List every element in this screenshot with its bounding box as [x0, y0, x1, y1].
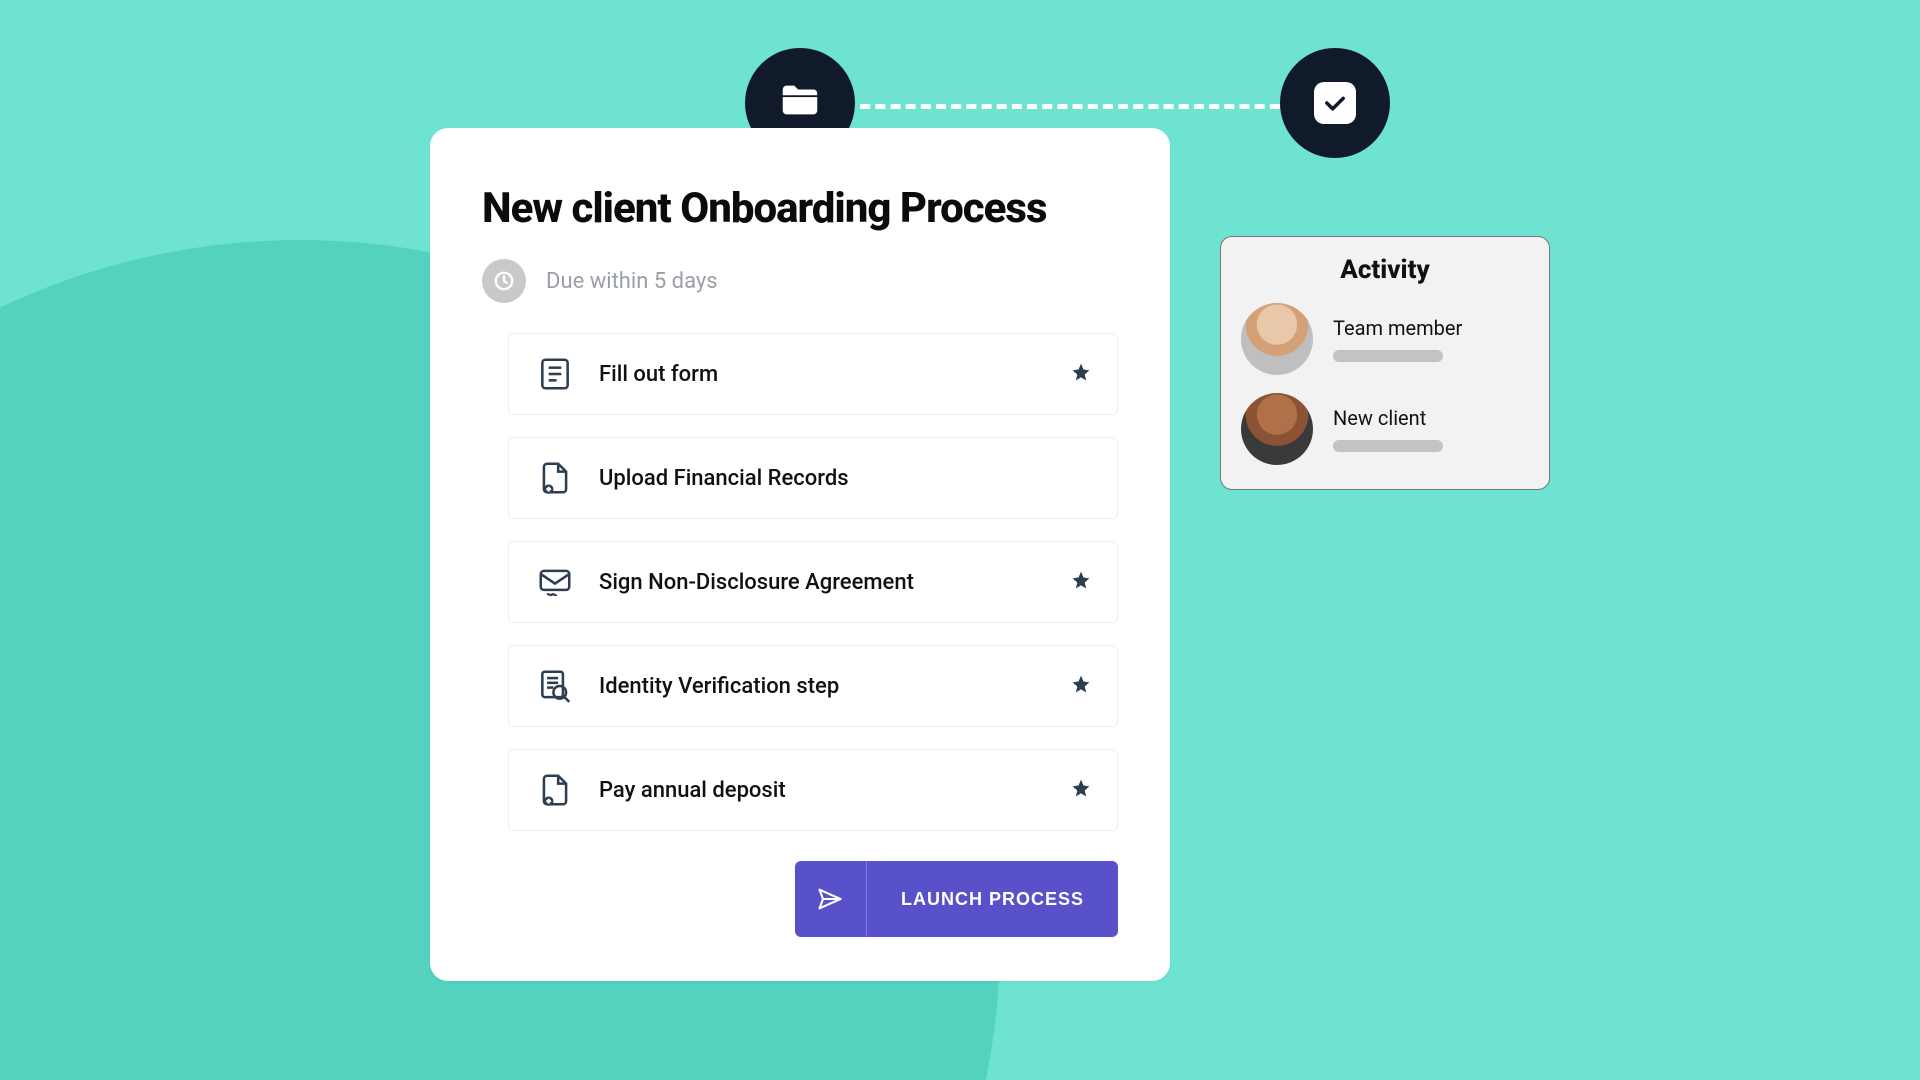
activity-item[interactable]: Team member — [1241, 303, 1529, 375]
activity-title: Activity — [1241, 255, 1529, 285]
sign-icon — [535, 562, 575, 602]
launch-label: LAUNCH PROCESS — [867, 889, 1118, 910]
task-label: Identity Verification step — [599, 674, 1047, 699]
task-label: Fill out form — [599, 362, 1047, 387]
check-icon — [1314, 82, 1356, 124]
task-list: Fill out form Upload Financial Records S… — [482, 333, 1118, 831]
placeholder-bar — [1333, 440, 1443, 452]
task-item[interactable]: Upload Financial Records — [508, 437, 1118, 519]
due-row: Due within 5 days — [482, 259, 1118, 303]
verify-icon — [535, 666, 575, 706]
process-card: New client Onboarding Process Due within… — [430, 128, 1170, 981]
file-icon — [535, 770, 575, 810]
activity-name: Team member — [1333, 316, 1462, 340]
star-icon[interactable] — [1071, 674, 1091, 698]
activity-panel: Activity Team member New client — [1220, 236, 1550, 490]
canvas: New client Onboarding Process Due within… — [0, 0, 1920, 1080]
send-icon — [795, 861, 867, 937]
task-label: Sign Non-Disclosure Agreement — [599, 570, 1047, 595]
avatar — [1241, 393, 1313, 465]
star-icon[interactable] — [1071, 570, 1091, 594]
upload-icon — [535, 458, 575, 498]
folder-icon — [777, 78, 823, 128]
task-label: Pay annual deposit — [599, 778, 1047, 803]
task-item[interactable]: Sign Non-Disclosure Agreement — [508, 541, 1118, 623]
form-icon — [535, 354, 575, 394]
avatar — [1241, 303, 1313, 375]
clock-icon — [482, 259, 526, 303]
due-label: Due within 5 days — [546, 269, 718, 294]
flow-connector — [845, 104, 1295, 109]
process-title: New client Onboarding Process — [482, 184, 1118, 233]
star-icon[interactable] — [1071, 778, 1091, 802]
task-label: Upload Financial Records — [599, 466, 1091, 491]
activity-item[interactable]: New client — [1241, 393, 1529, 465]
star-icon[interactable] — [1071, 362, 1091, 386]
launch-process-button[interactable]: LAUNCH PROCESS — [795, 861, 1118, 937]
task-item[interactable]: Identity Verification step — [508, 645, 1118, 727]
placeholder-bar — [1333, 350, 1443, 362]
activity-name: New client — [1333, 406, 1443, 430]
task-item[interactable]: Fill out form — [508, 333, 1118, 415]
task-item[interactable]: Pay annual deposit — [508, 749, 1118, 831]
flow-node-check — [1280, 48, 1390, 158]
